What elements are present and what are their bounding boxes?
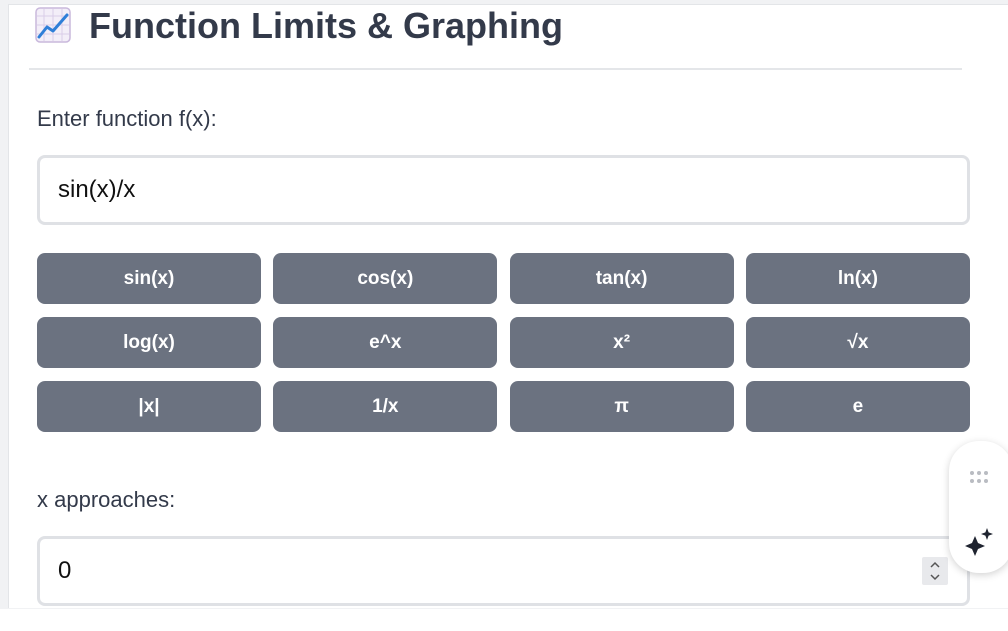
approach-label: x approaches: <box>37 487 176 512</box>
reciprocal-button[interactable]: 1/x <box>273 381 498 432</box>
function-label: Enter function f(x): <box>37 106 217 131</box>
sparkle-icon[interactable] <box>964 527 994 557</box>
approach-input[interactable] <box>37 536 970 606</box>
page-title: Function Limits & Graphing <box>89 5 563 46</box>
pi-button[interactable]: π <box>509 381 734 432</box>
chart-increasing-icon <box>35 7 71 43</box>
page-background <box>0 609 1008 631</box>
page-header: Function Limits & Graphing <box>29 0 962 70</box>
floating-toolbar <box>949 441 1008 573</box>
function-button-grid: sin(x) cos(x) tan(x) ln(x) log(x) e^x x²… <box>37 253 970 432</box>
tan-button[interactable]: tan(x) <box>509 253 734 304</box>
function-input[interactable] <box>37 155 970 225</box>
grip-dots-icon[interactable] <box>969 469 989 485</box>
ln-button[interactable]: ln(x) <box>745 253 970 304</box>
sin-button[interactable]: sin(x) <box>37 253 261 304</box>
exp-button[interactable]: e^x <box>273 317 498 368</box>
abs-button[interactable]: |x| <box>37 381 261 432</box>
number-spinner-icon[interactable] <box>922 557 948 585</box>
sqrt-button[interactable]: √x <box>745 317 970 368</box>
square-button[interactable]: x² <box>509 317 734 368</box>
e-constant-button[interactable]: e <box>745 381 970 432</box>
cos-button[interactable]: cos(x) <box>273 253 498 304</box>
log-button[interactable]: log(x) <box>37 317 261 368</box>
